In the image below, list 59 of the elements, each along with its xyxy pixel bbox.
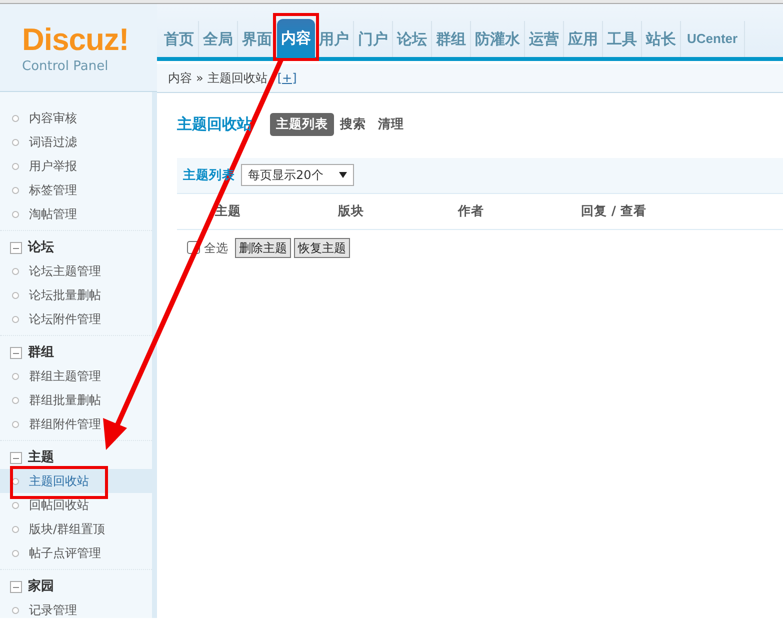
bullet-icon: [12, 162, 19, 170]
bullet-icon: [12, 186, 19, 194]
bullet-icon: [12, 138, 19, 146]
bullet-icon: [12, 268, 19, 274]
sidebar-item[interactable]: 群组主题管理: [0, 364, 152, 388]
per-page-dropdown[interactable]: 每页显示20个: [241, 164, 354, 186]
bullet-icon: [12, 526, 19, 532]
bullet-icon: [12, 396, 19, 404]
tab[interactable]: 搜索: [334, 113, 372, 136]
bullet-icon: [12, 210, 19, 218]
breadcrumb-item: 主题回收站: [207, 70, 268, 87]
sidebar-item[interactable]: 主题回收站: [0, 469, 152, 493]
sidebar-item[interactable]: 论坛附件管理: [0, 307, 152, 331]
logo-title: Discuz!: [22, 22, 129, 57]
sidebar-item[interactable]: 用户举报: [0, 154, 152, 178]
logo-subtitle: Control Panel: [22, 58, 108, 76]
sidebar-item[interactable]: 回帖回收站: [0, 493, 152, 517]
bullet-icon: [12, 292, 19, 298]
sidebar-group-title: 论坛: [28, 239, 54, 258]
tab[interactable]: 主题列表: [270, 113, 334, 136]
sidebar-item[interactable]: 淘帖管理: [0, 202, 152, 226]
breadcrumb-separator: »: [196, 70, 204, 87]
caret-icon: [339, 172, 347, 178]
sidebar-item[interactable]: 内容审核: [0, 106, 152, 130]
action-button[interactable]: 删除主题: [235, 238, 291, 258]
bullet-icon: [12, 372, 19, 380]
sidebar-group-title: 主题: [28, 448, 54, 468]
collapse-icon[interactable]: [10, 581, 22, 593]
bullet-icon: [12, 316, 19, 322]
sidebar-item[interactable]: 论坛批量删帖: [0, 283, 152, 307]
column-header: 作者: [458, 202, 484, 220]
tab[interactable]: 清理: [372, 113, 410, 136]
column-header: 主题: [215, 202, 241, 220]
sidebar-group-title: 家园: [28, 578, 54, 596]
sidebar-item[interactable]: 论坛主题管理: [0, 259, 152, 283]
column-header: 回复 / 查看: [581, 202, 646, 220]
bullet-icon: [12, 420, 19, 428]
bullet-icon: [12, 606, 19, 614]
sidebar-item[interactable]: 记录管理: [0, 598, 152, 618]
sidebar-item[interactable]: 群组附件管理: [0, 412, 152, 436]
collapse-icon[interactable]: [10, 242, 22, 254]
select-all-checkbox[interactable]: [187, 241, 200, 254]
sidebar-item[interactable]: 帖子点评管理: [0, 541, 152, 565]
select-all-label: 全选: [204, 240, 228, 257]
bullet-icon: [12, 550, 19, 556]
action-button[interactable]: 恢复主题: [294, 238, 350, 258]
bullet-icon: [12, 114, 19, 122]
sidebar-item[interactable]: 标签管理: [0, 178, 152, 202]
breadcrumb-item: 内容: [168, 70, 192, 87]
bullet-icon: [12, 502, 19, 508]
column-header: 版块: [338, 202, 364, 220]
sidebar-item[interactable]: 版块/群组置顶: [0, 517, 152, 541]
collapse-icon[interactable]: [10, 347, 22, 359]
add-shortcut-link[interactable]: [+]: [277, 69, 297, 87]
sidebar-group-title: 群组: [28, 344, 54, 362]
sidebar-item[interactable]: 群组批量删帖: [0, 388, 152, 412]
sidebar-item[interactable]: 词语过滤: [0, 130, 152, 154]
nav-tab[interactable]: 内容: [277, 19, 315, 57]
collapse-icon[interactable]: [10, 452, 22, 464]
